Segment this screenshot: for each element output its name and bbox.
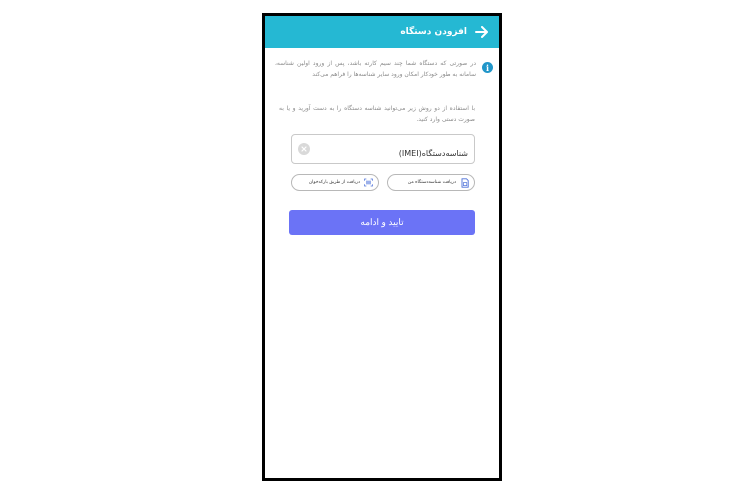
confirm-continue-button[interactable]: تایید و ادامه	[289, 210, 475, 235]
info-icon: i	[482, 62, 493, 73]
app-bar: افزودن دستگاه	[265, 16, 499, 48]
id-method-chips: دریافت شناسه‌دستگاه من دریافت از طریق با…	[291, 174, 475, 191]
page-title: افزودن دستگاه	[400, 27, 467, 37]
get-device-id-button[interactable]: دریافت شناسه‌دستگاه من	[387, 174, 475, 191]
get-device-id-label: دریافت شناسه‌دستگاه من	[407, 180, 456, 185]
multi-sim-notice: i در صورتی که دستگاه شما چند سیم کارته ب…	[275, 58, 493, 80]
multi-sim-notice-text: در صورتی که دستگاه شما چند سیم کارته باش…	[275, 60, 476, 78]
scan-barcode-label: دریافت از طریق بارکدخوان	[308, 180, 360, 185]
clear-icon[interactable]	[298, 143, 310, 155]
scan-barcode-button[interactable]: دریافت از طریق بارکدخوان	[291, 174, 379, 191]
imei-input[interactable]: شناسه‌دستگاه(IMEI)	[291, 134, 475, 164]
phone-screen: افزودن دستگاه i در صورتی که دستگاه شما چ…	[262, 13, 502, 481]
sim-card-icon	[460, 177, 469, 188]
imei-input-label: شناسه‌دستگاه(IMEI)	[398, 148, 468, 158]
barcode-scan-icon	[364, 178, 373, 188]
methods-description: با استفاده از دو روش زیر می‌توانید شناسه…	[279, 105, 475, 123]
arrow-right-icon[interactable]	[473, 23, 491, 41]
